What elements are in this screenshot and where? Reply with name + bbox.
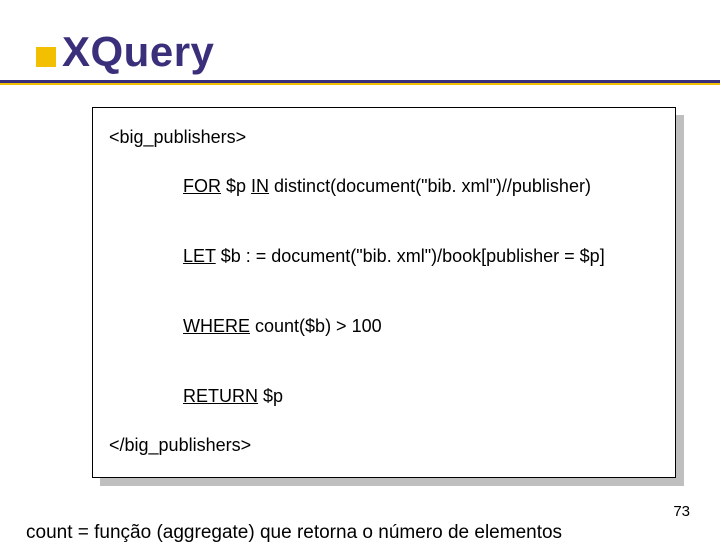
code-open-tag: <big_publishers> (109, 127, 659, 148)
kw-where: WHERE (183, 316, 250, 336)
kw-let: LET (183, 246, 216, 266)
code-for-line: FOR $p IN distinct(document("bib. xml")/… (109, 155, 659, 218)
kw-in: IN (251, 176, 269, 196)
code-where-line: WHERE count($b) > 100 (109, 295, 659, 358)
code-box-inner: <big_publishers> FOR $p IN distinct(docu… (92, 107, 676, 478)
let-rest: $b : = document("bib. xml")/book[publish… (216, 246, 605, 266)
kw-for: FOR (183, 176, 221, 196)
for-var: $p (221, 176, 251, 196)
code-close-tag: </big_publishers> (109, 435, 659, 456)
code-box: <big_publishers> FOR $p IN distinct(docu… (92, 107, 676, 478)
caption-text: count = função (aggregate) que retorna o… (26, 522, 700, 544)
title-bullet-icon (36, 47, 56, 67)
where-rest: count($b) > 100 (250, 316, 382, 336)
title-row: XQuery (36, 28, 700, 76)
underline-gold (0, 83, 720, 85)
page-title: XQuery (62, 28, 214, 76)
kw-return: RETURN (183, 386, 258, 406)
title-underline (0, 80, 720, 85)
code-return-line: RETURN $p (109, 365, 659, 428)
return-rest: $p (258, 386, 283, 406)
code-let-line: LET $b : = document("bib. xml")/book[pub… (109, 225, 659, 288)
page-number: 73 (673, 503, 690, 520)
for-rest: distinct(document("bib. xml")//publisher… (269, 176, 591, 196)
slide: XQuery <big_publishers> FOR $p IN distin… (0, 0, 720, 540)
